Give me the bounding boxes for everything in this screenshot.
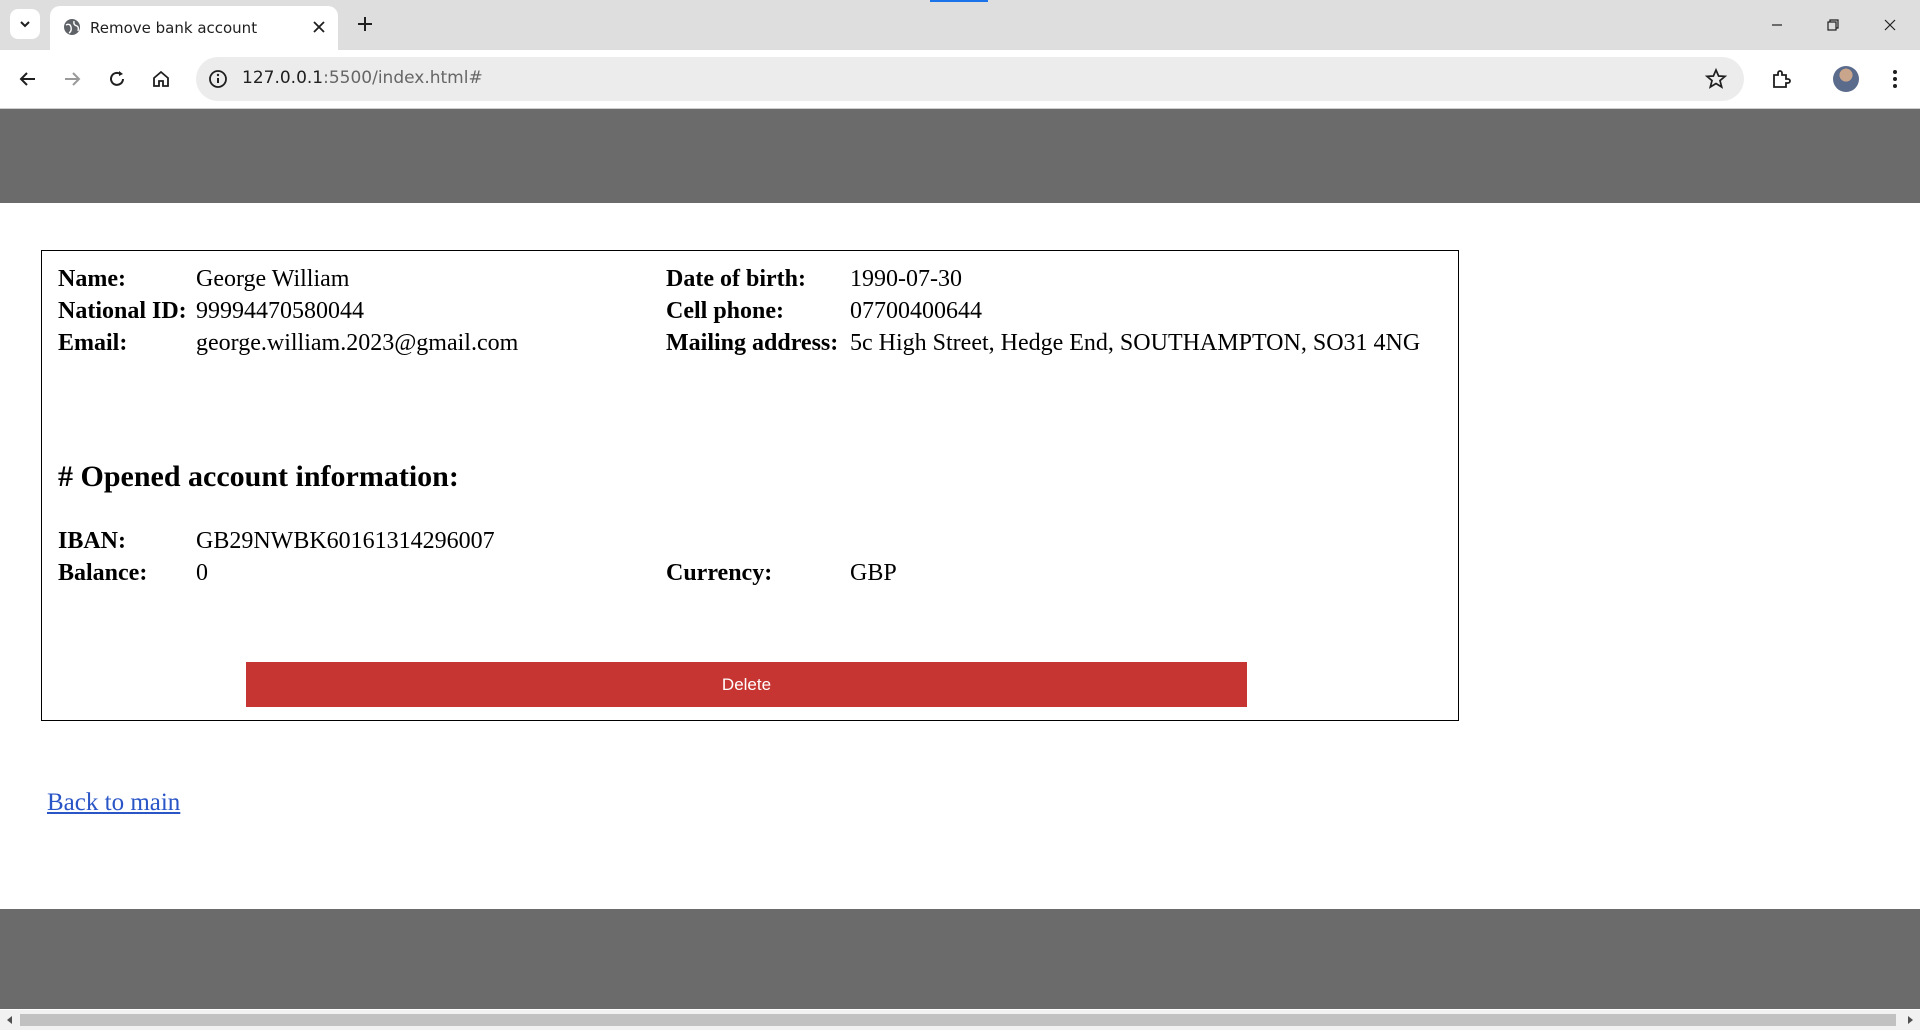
page-footer xyxy=(0,909,1920,1009)
tab-title: Remove bank account xyxy=(90,19,258,37)
national-id-label: National ID: xyxy=(58,298,187,324)
mailing-address-label: Mailing address: xyxy=(666,330,839,356)
new-tab-icon[interactable] xyxy=(353,12,377,36)
info-icon[interactable] xyxy=(206,67,230,91)
chevron-down-icon xyxy=(20,21,30,28)
currency-label: Currency: xyxy=(666,560,773,586)
forward-button[interactable] xyxy=(58,65,86,93)
bookmark-star-icon[interactable] xyxy=(1704,67,1728,91)
minimize-icon xyxy=(1772,24,1782,26)
browser-toolbar: 127.0.0.1:5500/index.html# xyxy=(0,50,1920,109)
back-to-main-link[interactable]: Back to main xyxy=(47,789,180,817)
close-tab-icon[interactable] xyxy=(310,18,328,36)
active-tab[interactable]: Remove bank account xyxy=(50,6,338,50)
browser-tab-bar: Remove bank account xyxy=(0,0,1920,50)
national-id-value: 99994470580044 xyxy=(196,298,364,324)
scrollbar-thumb[interactable] xyxy=(20,1014,1896,1026)
restore-icon xyxy=(1827,19,1839,31)
name-label: Name: xyxy=(58,266,126,292)
close-icon xyxy=(1884,19,1896,31)
arrow-right-icon xyxy=(65,72,81,86)
profile-avatar[interactable] xyxy=(1833,66,1859,92)
url-path: :5500/index.html# xyxy=(323,68,483,88)
minimize-button[interactable] xyxy=(1762,10,1792,40)
close-window-button[interactable] xyxy=(1875,10,1905,40)
mailing-address-value: 5c High Street, Hedge End, SOUTHAMPTON, … xyxy=(850,330,1421,356)
home-button[interactable] xyxy=(147,65,175,93)
opened-account-heading: # Opened account information: xyxy=(58,460,459,493)
email-label: Email: xyxy=(58,330,128,356)
delete-button[interactable]: Delete xyxy=(246,662,1247,707)
address-bar[interactable]: 127.0.0.1:5500/index.html# xyxy=(196,57,1744,101)
url-host: 127.0.0.1 xyxy=(242,68,324,88)
more-vertical-icon xyxy=(1893,70,1897,88)
iban-value: GB29NWBK60161314296007 xyxy=(196,528,495,554)
scroll-left-arrow-icon[interactable] xyxy=(4,1014,16,1026)
balance-value: 0 xyxy=(196,560,208,586)
dob-label: Date of birth: xyxy=(666,266,806,292)
dob-value: 1990-07-30 xyxy=(850,266,962,292)
home-icon xyxy=(153,70,169,87)
account-card: Name: George William National ID: 999944… xyxy=(41,250,1459,721)
balance-label: Balance: xyxy=(58,560,148,586)
iban-label: IBAN: xyxy=(58,528,127,554)
scroll-right-arrow-icon[interactable] xyxy=(1904,1014,1916,1026)
horizontal-scrollbar[interactable] xyxy=(0,1010,1920,1030)
cell-phone-label: Cell phone: xyxy=(666,298,785,324)
menu-button[interactable] xyxy=(1881,65,1909,93)
globe-icon xyxy=(64,19,80,35)
url-text[interactable]: 127.0.0.1:5500/index.html# xyxy=(242,68,483,88)
tab-search-button[interactable] xyxy=(10,9,40,39)
arrow-left-icon xyxy=(19,72,35,86)
reload-button[interactable] xyxy=(103,65,131,93)
tab-strip-accent xyxy=(930,0,988,2)
back-button[interactable] xyxy=(14,65,42,93)
cell-phone-value: 07700400644 xyxy=(850,298,982,324)
extensions-button[interactable] xyxy=(1767,65,1795,93)
name-value: George William xyxy=(196,266,350,292)
currency-value: GBP xyxy=(850,560,897,586)
puzzle-icon xyxy=(1773,70,1791,88)
reload-icon xyxy=(110,71,124,86)
email-value: george.william.2023@gmail.com xyxy=(196,330,519,356)
page-header xyxy=(0,109,1920,203)
restore-button[interactable] xyxy=(1818,10,1848,40)
